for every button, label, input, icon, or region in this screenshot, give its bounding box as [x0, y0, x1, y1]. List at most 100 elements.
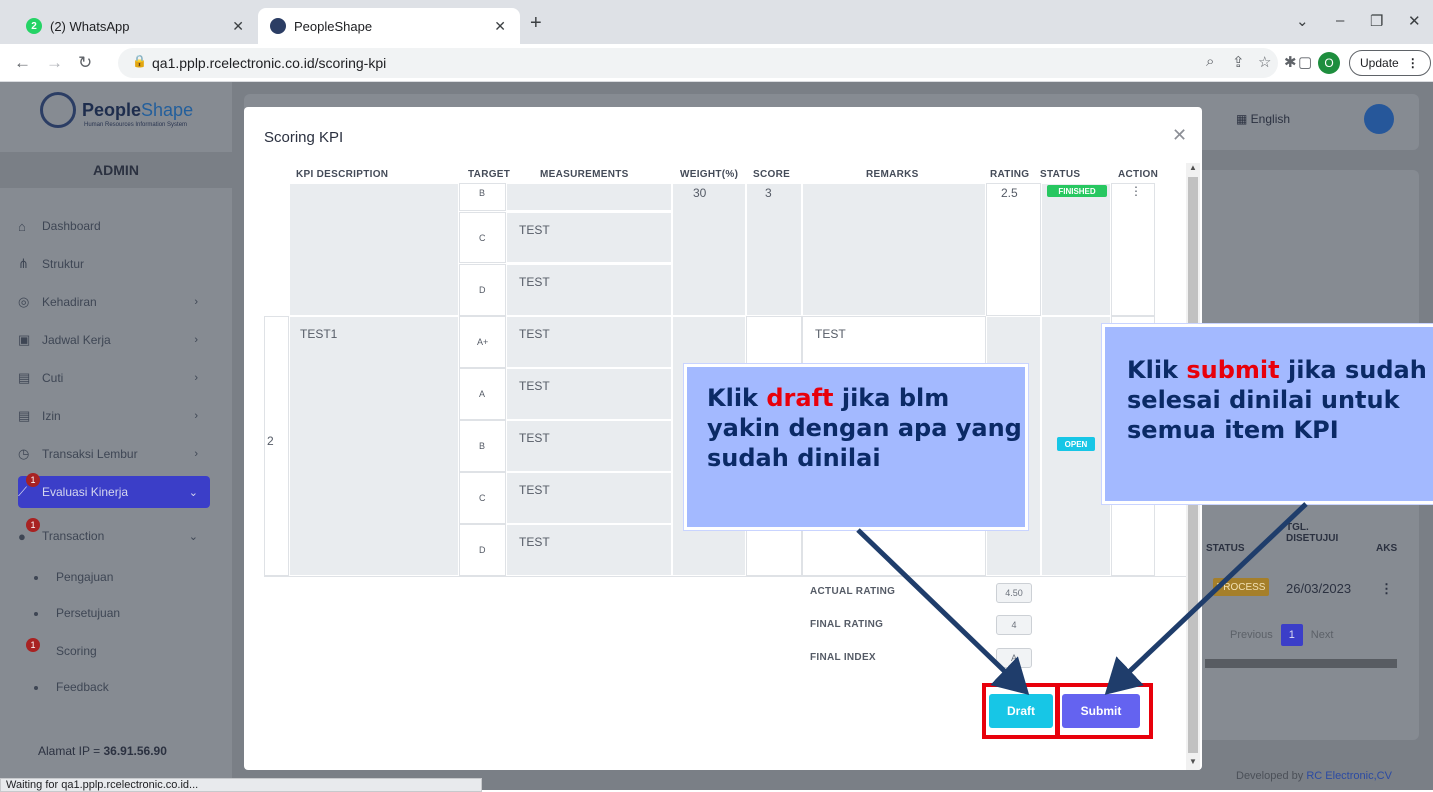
sidebar-item-struktur[interactable]: ⋔ Struktur [18, 248, 210, 280]
measurement-text: TEST [519, 431, 550, 445]
language-selector[interactable]: ▦ English [1236, 112, 1290, 126]
calendar-icon: ▤ [18, 370, 31, 385]
minimize-icon[interactable]: – [1336, 12, 1344, 29]
logo-tagline: Human Resources Information System [84, 122, 188, 128]
address-bar-row: ← → ↻ 🔒 qa1.pplp.rcelectronic.co.id/scor… [0, 44, 1433, 82]
ip-label: Alamat IP = [38, 744, 101, 758]
profile-avatar[interactable]: O [1318, 52, 1340, 74]
uk-flag-icon: ▦ [1236, 112, 1251, 126]
measurement-cell [506, 183, 672, 211]
target-value: B [479, 441, 486, 451]
horizontal-scrollbar[interactable] [1205, 659, 1397, 668]
submenu-label: Feedback [56, 680, 109, 694]
callout-keyword: submit [1186, 356, 1280, 384]
logo[interactable]: PeopleShape Human Resources Information … [40, 92, 193, 128]
zoom-icon[interactable]: ⌕ [1206, 53, 1214, 70]
sidebar-item-dashboard[interactable]: ⌂ Dashboard [18, 210, 210, 242]
sidebar-item-label: Struktur [42, 257, 85, 271]
tab-search-icon[interactable]: ⌄ [1296, 12, 1309, 30]
close-icon[interactable]: ✕ [494, 18, 506, 35]
draft-callout: Klik draft jika blm yakin dengan apa yan… [684, 364, 1028, 530]
close-icon[interactable]: ✕ [232, 18, 244, 35]
footer-prefix: Developed by [1236, 770, 1304, 782]
chevron-right-icon: › [194, 410, 198, 422]
row-action-icon[interactable]: ⋮ [1130, 184, 1142, 198]
submenu-label: Persetujuan [56, 606, 121, 620]
user-avatar[interactable] [1364, 104, 1394, 134]
score-value: 3 [765, 186, 772, 200]
sidebar-item-label: Transaksi Lembur [42, 447, 138, 461]
scroll-down-icon[interactable]: ▼ [1189, 757, 1197, 766]
extensions-icon[interactable]: ✱ [1284, 53, 1297, 71]
sidebar-item-kehadiran[interactable]: ◎ Kehadiran › [18, 286, 210, 318]
window-close-icon[interactable]: ✕ [1408, 12, 1421, 30]
notification-badge: 1 [26, 473, 40, 487]
pagination-next[interactable]: Next [1311, 624, 1334, 646]
sidebar-item-jadwal-kerja[interactable]: ▣ Jadwal Kerja › [18, 324, 210, 356]
new-tab-icon[interactable]: + [530, 12, 542, 35]
sidebar-item-transaksi-lembur[interactable]: ◷ Transaksi Lembur › [18, 438, 210, 470]
back-icon[interactable]: ← [14, 53, 31, 73]
measurement-cell: TEST [506, 368, 672, 420]
target-cell: B [459, 183, 506, 211]
ip-value: 36.91.56.90 [103, 744, 167, 758]
reload-icon[interactable]: ↻ [78, 53, 92, 73]
column-header-status: STATUS [1040, 169, 1081, 180]
side-panel-icon[interactable]: ▢ [1298, 53, 1312, 71]
sidebar-item-label: Izin [42, 409, 61, 423]
update-button[interactable]: Update ⋮ [1349, 50, 1431, 76]
draft-button[interactable]: Draft [989, 694, 1053, 728]
url-field[interactable]: 🔒 qa1.pplp.rcelectronic.co.id/scoring-kp… [118, 48, 1278, 78]
share-icon[interactable]: ⇪ [1232, 53, 1245, 71]
sidebar-item-transaction[interactable]: ● Transaction ⌄ [18, 520, 210, 552]
structure-icon: ⋔ [18, 256, 29, 271]
status-badge: OPEN [1057, 437, 1095, 451]
submenu-pengajuan[interactable]: Pengajuan [34, 570, 113, 584]
actual-rating-value: 4.50 [996, 583, 1032, 603]
clock-icon: ◷ [18, 446, 30, 461]
target-cell: D [459, 264, 506, 316]
score-cell: 3 [746, 183, 802, 316]
final-rating-label: FINAL RATING [810, 619, 884, 630]
column-header-action: AKS [1376, 543, 1398, 554]
pagination-previous[interactable]: Previous [1230, 624, 1273, 646]
notification-badge: 1 [26, 518, 40, 532]
bullet-icon [34, 611, 38, 616]
measurement-cell: TEST [506, 264, 672, 316]
column-header-date: TGL. DISETUJUI [1286, 522, 1339, 544]
target-cell: A [459, 368, 506, 420]
submenu-feedback[interactable]: Feedback [34, 680, 109, 694]
measurement-text: TEST [519, 223, 550, 237]
row-action-icon[interactable]: ⋮ [1380, 581, 1393, 597]
weight-value: 30 [693, 186, 707, 200]
column-header-status: STATUS [1206, 543, 1245, 554]
tab-whatsapp[interactable]: 2 (2) WhatsApp ✕ [14, 8, 258, 44]
modal-title: Scoring KPI [264, 129, 344, 146]
language-label: English [1250, 112, 1291, 126]
restore-icon[interactable]: ❐ [1370, 12, 1383, 30]
sidebar-item-label: Dashboard [42, 219, 101, 233]
submenu-scoring[interactable]: Scoring [34, 644, 97, 658]
measurement-cell: TEST [506, 420, 672, 472]
tab-peopleshape[interactable]: PeopleShape ✕ [258, 8, 520, 44]
lock-icon: 🔒 [132, 54, 147, 68]
target-value: A+ [477, 337, 489, 347]
sidebar-item-cuti[interactable]: ▤ Cuti › [18, 362, 210, 394]
measurement-cell: TEST [506, 472, 672, 524]
chevron-right-icon: › [194, 372, 198, 384]
calendar-icon: ▤ [18, 408, 31, 423]
submenu-persetujuan[interactable]: Persetujuan [34, 606, 120, 620]
final-index-value: A [996, 648, 1032, 668]
close-icon[interactable]: ✕ [1172, 125, 1187, 146]
scroll-up-icon[interactable]: ▲ [1189, 163, 1197, 172]
forward-icon[interactable]: → [46, 53, 63, 73]
footer-company-link[interactable]: RC Electronic,CV [1306, 770, 1392, 782]
sidebar-item-izin[interactable]: ▤ Izin › [18, 400, 210, 432]
pagination-page[interactable]: 1 [1280, 624, 1303, 646]
column-header-action: ACTION [1118, 169, 1159, 180]
rating-value: 2.5 [1001, 186, 1018, 200]
sidebar-item-evaluasi-kinerja[interactable]: ⟋ Evaluasi Kinerja ⌄ [18, 476, 210, 508]
submit-button[interactable]: Submit [1062, 694, 1140, 728]
actual-rating-label: ACTUAL RATING [810, 586, 896, 597]
bookmark-star-icon[interactable]: ☆ [1258, 53, 1271, 71]
